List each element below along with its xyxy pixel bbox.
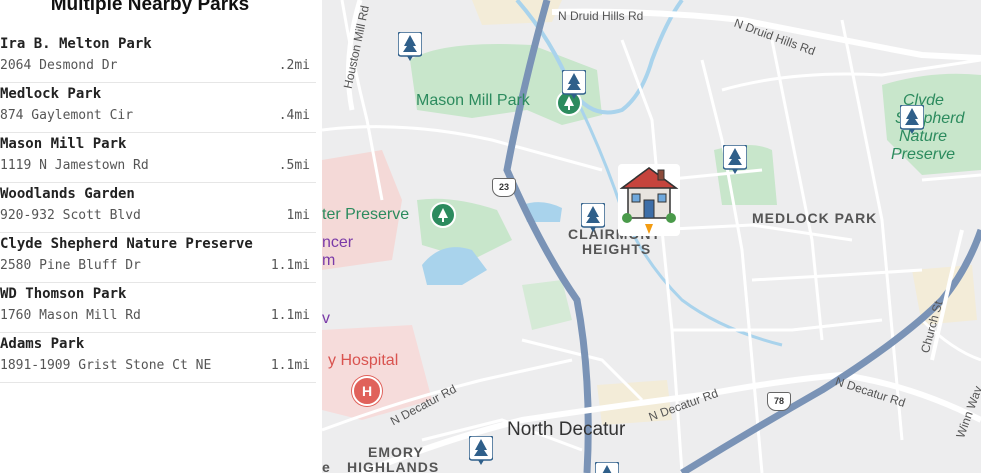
- park-name: Woodlands Garden: [0, 186, 135, 202]
- park-distance: 1.1mi: [270, 358, 310, 373]
- label-emory-highlands-2: HIGHLANDS: [347, 459, 440, 473]
- park-list-item[interactable]: Adams Park 1891-1909 Grist Stone Ct NE 1…: [0, 333, 316, 383]
- park-address: 2064 Desmond Dr: [0, 58, 118, 73]
- tree-pin-icon[interactable]: [581, 203, 605, 233]
- park-address: 874 Gaylemont Cir: [0, 108, 134, 123]
- park-list-item[interactable]: Clyde Shepherd Nature Preserve 2580 Pine…: [0, 233, 316, 283]
- tree-pin-icon[interactable]: [900, 105, 924, 135]
- label-mason-mill-park: Mason Mill Park: [416, 92, 530, 109]
- park-distance: 1.1mi: [270, 308, 310, 323]
- park-address: 1119 N Jamestown Rd: [0, 158, 149, 173]
- label-clyde-4: Preserve: [891, 146, 956, 163]
- tree-pin-icon[interactable]: [723, 145, 747, 175]
- park-name: Ira B. Melton Park: [0, 36, 152, 52]
- park-name: Medlock Park: [0, 86, 102, 102]
- nearby-parks-panel: Multiple Nearby Parks Ira B. Melton Park…: [0, 0, 322, 473]
- road-label-n-druid-hills: N Druid Hills Rd: [558, 9, 644, 23]
- park-distance: 1.1mi: [270, 258, 310, 273]
- tree-pin-icon[interactable]: [562, 70, 586, 100]
- tree-pin-icon[interactable]: [469, 436, 493, 466]
- label-medlock-park: MEDLOCK PARK: [752, 210, 878, 226]
- tree-pin-icon[interactable]: [398, 32, 422, 62]
- park-address: 1891-1909 Grist Stone Ct NE: [0, 358, 212, 373]
- park-name: WD Thomson Park: [0, 286, 127, 302]
- park-list-item[interactable]: Mason Mill Park 1119 N Jamestown Rd .5mi: [0, 133, 316, 183]
- park-distance: .2mi: [278, 58, 310, 73]
- label-emory-highlands-1: EMORY: [368, 444, 424, 460]
- hospital-icon[interactable]: H: [352, 376, 382, 406]
- route-78-shield-icon: 78: [767, 392, 791, 411]
- park-name: Mason Mill Park: [0, 136, 127, 152]
- park-list: Ira B. Melton Park 2064 Desmond Dr .2mi …: [0, 33, 316, 383]
- park-address: 2580 Pine Bluff Dr: [0, 258, 141, 273]
- park-address: 920-932 Scott Blvd: [0, 208, 141, 223]
- park-distance: .5mi: [278, 158, 310, 173]
- label-edge-v: v: [322, 310, 330, 327]
- label-cancer-2: m: [322, 252, 336, 269]
- home-marker-icon[interactable]: [618, 164, 680, 236]
- park-list-item[interactable]: WD Thomson Park 1760 Mason Mill Rd 1.1mi: [0, 283, 316, 333]
- label-cancer-1: ncer: [322, 234, 354, 251]
- park-address: 1760 Mason Mill Rd: [0, 308, 141, 323]
- tree-pin-icon[interactable]: [595, 462, 619, 473]
- label-hospital: y Hospital: [328, 352, 399, 369]
- label-edge-e: e: [322, 459, 331, 473]
- label-clairmont-heights-2: HEIGHTS: [582, 241, 652, 257]
- route-78: [680, 228, 981, 473]
- park-list-item[interactable]: Woodlands Garden 920-932 Scott Blvd 1mi: [0, 183, 316, 233]
- park-distance: 1mi: [286, 208, 310, 223]
- park-name: Adams Park: [0, 336, 85, 352]
- label-north-decatur: North Decatur: [507, 419, 626, 440]
- route-23-shield-icon: 23: [492, 178, 516, 197]
- park-name: Clyde Shepherd Nature Preserve: [0, 236, 253, 252]
- label-water-preserve: ter Preserve: [322, 206, 410, 223]
- map-view[interactable]: 23 78 N Druid Hills Rd N Druid Hills Rd …: [322, 0, 981, 473]
- park-list-item[interactable]: Ira B. Melton Park 2064 Desmond Dr .2mi: [0, 33, 316, 83]
- park-icon[interactable]: [430, 202, 456, 228]
- park-distance: .4mi: [278, 108, 310, 123]
- panel-title: Multiple Nearby Parks: [50, 0, 250, 15]
- park-list-item[interactable]: Medlock Park 874 Gaylemont Cir .4mi: [0, 83, 316, 133]
